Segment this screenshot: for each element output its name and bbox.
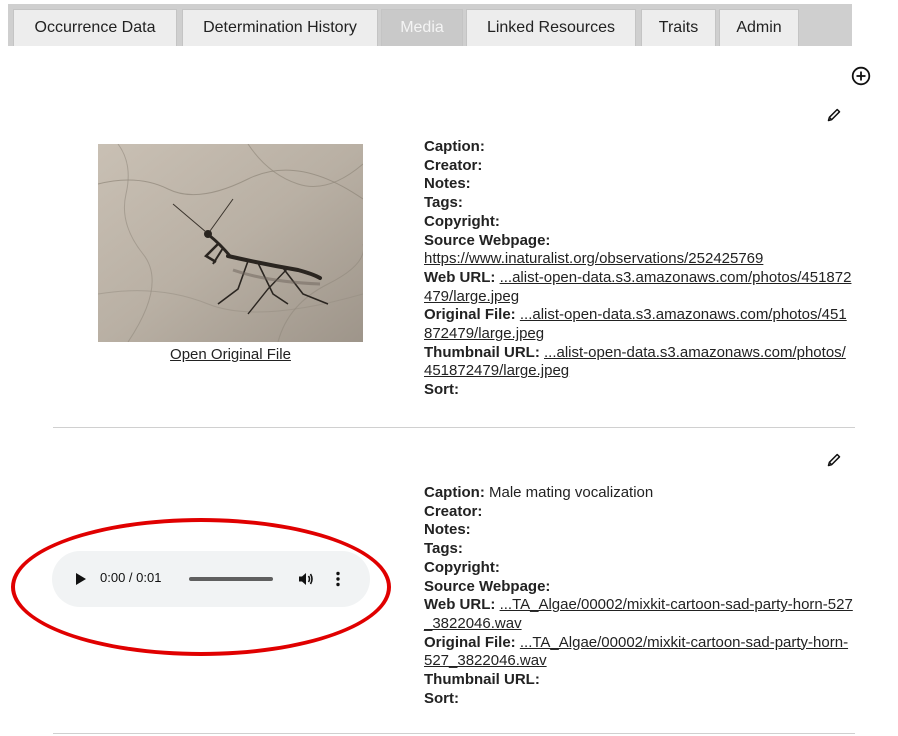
mantis-photo-thumbnail[interactable] <box>98 144 363 342</box>
pencil-icon <box>827 453 841 467</box>
more-options-icon[interactable] <box>335 570 341 588</box>
plus-circle-icon <box>851 66 871 86</box>
creator-label: Creator: <box>424 156 483 174</box>
original-file-label: Original File: <box>424 633 516 651</box>
edit-media-button[interactable] <box>826 452 842 468</box>
source-webpage-label: Source Webpage: <box>424 577 551 595</box>
media-divider <box>53 427 855 428</box>
caption-value: Male mating vocalization <box>489 484 654 501</box>
tags-label: Tags: <box>424 540 463 558</box>
sort-label: Sort: <box>424 381 459 399</box>
tags-label: Tags: <box>424 194 463 212</box>
web-url-label: Web URL: <box>424 268 496 286</box>
media-metadata: Caption: Male mating vocalization Creato… <box>424 484 854 708</box>
open-original-file-link[interactable]: Open Original File <box>98 346 363 363</box>
tab-linked-resources[interactable]: Linked Resources <box>466 9 636 46</box>
media-divider <box>53 733 855 734</box>
copyright-label: Copyright: <box>424 212 500 230</box>
audio-player[interactable]: 0:00 / 0:01 <box>52 551 370 607</box>
tab-traits[interactable]: Traits <box>641 9 716 46</box>
tab-determination-history[interactable]: Determination History <box>182 9 378 46</box>
source-webpage-link[interactable]: https://www.inaturalist.org/observations… <box>424 250 763 267</box>
tab-media[interactable]: Media <box>381 9 463 46</box>
notes-label: Notes: <box>424 521 471 539</box>
volume-icon[interactable] <box>297 570 315 588</box>
creator-label: Creator: <box>424 502 483 520</box>
pencil-icon <box>827 108 841 122</box>
web-url-label: Web URL: <box>424 596 496 614</box>
tab-bar: Occurrence Data Determination History Me… <box>8 4 852 46</box>
add-media-button[interactable] <box>851 66 871 86</box>
thumbnail-url-label: Thumbnail URL: <box>424 343 540 361</box>
notes-label: Notes: <box>424 175 471 193</box>
caption-label: Caption: <box>424 484 485 501</box>
original-file-label: Original File: <box>424 306 516 324</box>
caption-label: Caption: <box>424 138 485 155</box>
media-metadata: Caption: Creator: Notes: Tags: Copyright… <box>424 138 854 400</box>
copyright-label: Copyright: <box>424 558 500 576</box>
edit-media-button[interactable] <box>826 107 842 123</box>
sort-label: Sort: <box>424 689 459 707</box>
thumbnail-url-label: Thumbnail URL: <box>424 671 540 689</box>
play-icon[interactable] <box>74 572 88 586</box>
source-webpage-label: Source Webpage: <box>424 231 551 249</box>
tab-occurrence-data[interactable]: Occurrence Data <box>13 9 177 46</box>
audio-time: 0:00 / 0:01 <box>100 570 162 585</box>
tab-admin[interactable]: Admin <box>719 9 799 46</box>
audio-progress-slider[interactable] <box>189 577 273 581</box>
